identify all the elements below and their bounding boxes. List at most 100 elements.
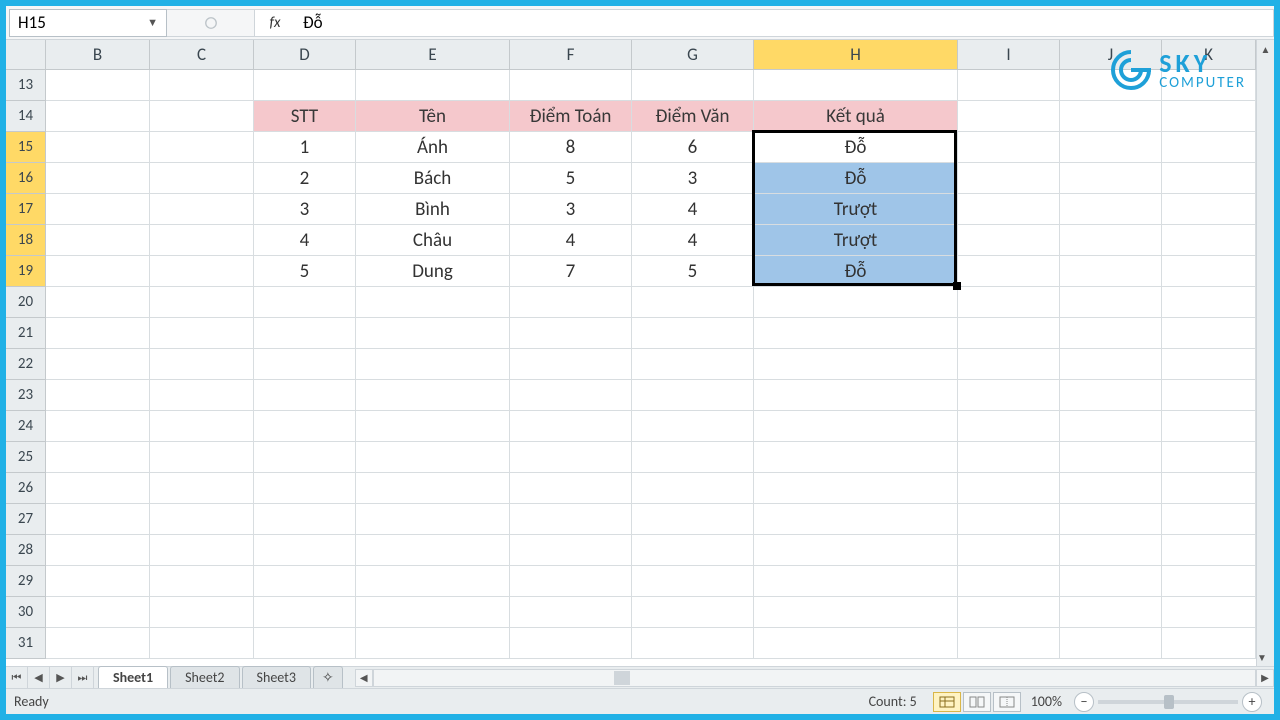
row-header-21[interactable]: 21 (6, 318, 46, 349)
column-header-E[interactable]: E (356, 40, 510, 70)
cell-B24[interactable] (46, 411, 150, 442)
cell-F13[interactable] (510, 70, 632, 101)
cell-K17[interactable] (1162, 194, 1256, 225)
cell-J27[interactable] (1060, 504, 1162, 535)
cell-H28[interactable] (754, 535, 958, 566)
cell-I22[interactable] (958, 349, 1060, 380)
cell-K29[interactable] (1162, 566, 1256, 597)
row-header-14[interactable]: 14 (6, 101, 46, 132)
cell-F27[interactable] (510, 504, 632, 535)
cell-F26[interactable] (510, 473, 632, 504)
cell-I13[interactable] (958, 70, 1060, 101)
row-header-22[interactable]: 22 (6, 349, 46, 380)
cell-H29[interactable] (754, 566, 958, 597)
cell-D16[interactable]: 2 (254, 163, 356, 194)
cell-H23[interactable] (754, 380, 958, 411)
zoom-out-button[interactable]: − (1074, 692, 1094, 712)
cell-I14[interactable] (958, 101, 1060, 132)
cell-G21[interactable] (632, 318, 754, 349)
row-header-31[interactable]: 31 (6, 628, 46, 659)
cell-E24[interactable] (356, 411, 510, 442)
row-header-20[interactable]: 20 (6, 287, 46, 318)
column-header-B[interactable]: B (46, 40, 150, 70)
cell-E30[interactable] (356, 597, 510, 628)
cell-I26[interactable] (958, 473, 1060, 504)
cell-D27[interactable] (254, 504, 356, 535)
cell-B23[interactable] (46, 380, 150, 411)
cell-K22[interactable] (1162, 349, 1256, 380)
sheet-nav-first-icon[interactable]: ⏮ (6, 667, 28, 688)
cell-C29[interactable] (150, 566, 254, 597)
cell-J25[interactable] (1060, 442, 1162, 473)
cell-C14[interactable] (150, 101, 254, 132)
cell-F14[interactable]: Điểm Toán (510, 101, 632, 132)
cell-H31[interactable] (754, 628, 958, 659)
row-header-23[interactable]: 23 (6, 380, 46, 411)
cell-I18[interactable] (958, 225, 1060, 256)
cell-H15[interactable]: Đỗ (754, 132, 958, 163)
cell-C31[interactable] (150, 628, 254, 659)
cell-E17[interactable]: Bình (356, 194, 510, 225)
cell-G23[interactable] (632, 380, 754, 411)
cell-I30[interactable] (958, 597, 1060, 628)
cell-C15[interactable] (150, 132, 254, 163)
cell-D21[interactable] (254, 318, 356, 349)
cell-E20[interactable] (356, 287, 510, 318)
cell-D14[interactable]: STT (254, 101, 356, 132)
cell-G24[interactable] (632, 411, 754, 442)
cell-J19[interactable] (1060, 256, 1162, 287)
cell-K25[interactable] (1162, 442, 1256, 473)
cell-G18[interactable]: 4 (632, 225, 754, 256)
sheet-tab-sheet1[interactable]: Sheet1 (98, 666, 168, 688)
cell-E15[interactable]: Ánh (356, 132, 510, 163)
cell-B22[interactable] (46, 349, 150, 380)
cell-I23[interactable] (958, 380, 1060, 411)
cell-F21[interactable] (510, 318, 632, 349)
cell-D13[interactable] (254, 70, 356, 101)
cell-F31[interactable] (510, 628, 632, 659)
cell-C22[interactable] (150, 349, 254, 380)
cell-H20[interactable] (754, 287, 958, 318)
cell-K15[interactable] (1162, 132, 1256, 163)
sheet-nav-next-icon[interactable]: ▶ (50, 667, 72, 688)
cell-J18[interactable] (1060, 225, 1162, 256)
zoom-level[interactable]: 100% (1031, 693, 1062, 710)
cell-I25[interactable] (958, 442, 1060, 473)
cell-G31[interactable] (632, 628, 754, 659)
cell-F17[interactable]: 3 (510, 194, 632, 225)
cell-I16[interactable] (958, 163, 1060, 194)
cell-D23[interactable] (254, 380, 356, 411)
cell-H30[interactable] (754, 597, 958, 628)
cell-K26[interactable] (1162, 473, 1256, 504)
cell-C13[interactable] (150, 70, 254, 101)
cell-D24[interactable] (254, 411, 356, 442)
cell-J26[interactable] (1060, 473, 1162, 504)
scroll-up-icon[interactable]: ▲ (1257, 40, 1274, 58)
view-pagebreak-icon[interactable] (993, 692, 1021, 712)
row-header-27[interactable]: 27 (6, 504, 46, 535)
cell-B21[interactable] (46, 318, 150, 349)
scroll-right-icon[interactable]: ▶ (1256, 669, 1274, 687)
cell-G15[interactable]: 6 (632, 132, 754, 163)
cell-K31[interactable] (1162, 628, 1256, 659)
cell-J23[interactable] (1060, 380, 1162, 411)
cell-B31[interactable] (46, 628, 150, 659)
cell-D25[interactable] (254, 442, 356, 473)
cell-H21[interactable] (754, 318, 958, 349)
cell-E29[interactable] (356, 566, 510, 597)
cell-B25[interactable] (46, 442, 150, 473)
cell-J17[interactable] (1060, 194, 1162, 225)
cell-G26[interactable] (632, 473, 754, 504)
cell-E16[interactable]: Bách (356, 163, 510, 194)
cell-D15[interactable]: 1 (254, 132, 356, 163)
cell-B26[interactable] (46, 473, 150, 504)
cell-D20[interactable] (254, 287, 356, 318)
cell-I31[interactable] (958, 628, 1060, 659)
cell-E28[interactable] (356, 535, 510, 566)
cell-H26[interactable] (754, 473, 958, 504)
cell-E26[interactable] (356, 473, 510, 504)
cell-G17[interactable]: 4 (632, 194, 754, 225)
cell-G19[interactable]: 5 (632, 256, 754, 287)
cell-B17[interactable] (46, 194, 150, 225)
cell-G20[interactable] (632, 287, 754, 318)
